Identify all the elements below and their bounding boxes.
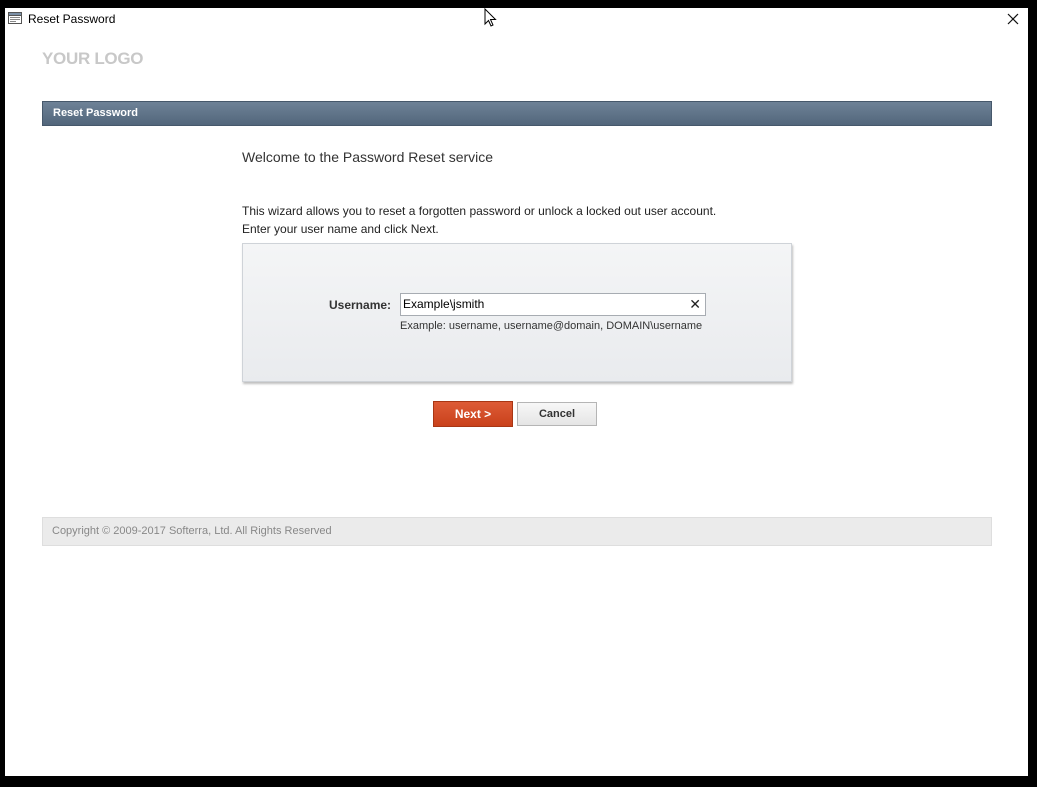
copyright-text: Copyright © 2009-2017 Softerra, Ltd. All…	[52, 525, 332, 537]
clear-icon[interactable]: ✕	[689, 295, 701, 313]
description-line-2: Enter your user name and click Next.	[242, 222, 439, 236]
title-bar: Reset Password	[5, 8, 1028, 30]
username-example-hint: Example: username, username@domain, DOMA…	[400, 320, 703, 332]
username-field[interactable]: ✕	[400, 293, 706, 316]
section-title: Reset Password	[53, 107, 138, 119]
description-line-1: This wizard allows you to reset a forgot…	[242, 204, 717, 218]
close-icon[interactable]	[1004, 10, 1022, 28]
username-form-panel: Username: ✕ Example: username, username@…	[242, 243, 792, 382]
reset-password-window: Reset Password YOUR LOGO Reset Password …	[5, 8, 1028, 776]
window-title: Reset Password	[28, 12, 116, 26]
section-header: Reset Password	[42, 101, 992, 126]
wizard-description: This wizard allows you to reset a forgot…	[242, 202, 716, 238]
username-label: Username:	[329, 298, 392, 312]
mouse-cursor-icon	[484, 8, 497, 27]
next-button[interactable]: Next >	[433, 401, 513, 427]
cancel-button[interactable]: Cancel	[517, 402, 597, 426]
welcome-heading: Welcome to the Password Reset service	[242, 149, 494, 165]
footer: Copyright © 2009-2017 Softerra, Ltd. All…	[42, 517, 992, 546]
company-logo: YOUR LOGO	[42, 49, 144, 68]
app-window-icon	[8, 12, 22, 24]
username-input[interactable]	[403, 295, 683, 312]
